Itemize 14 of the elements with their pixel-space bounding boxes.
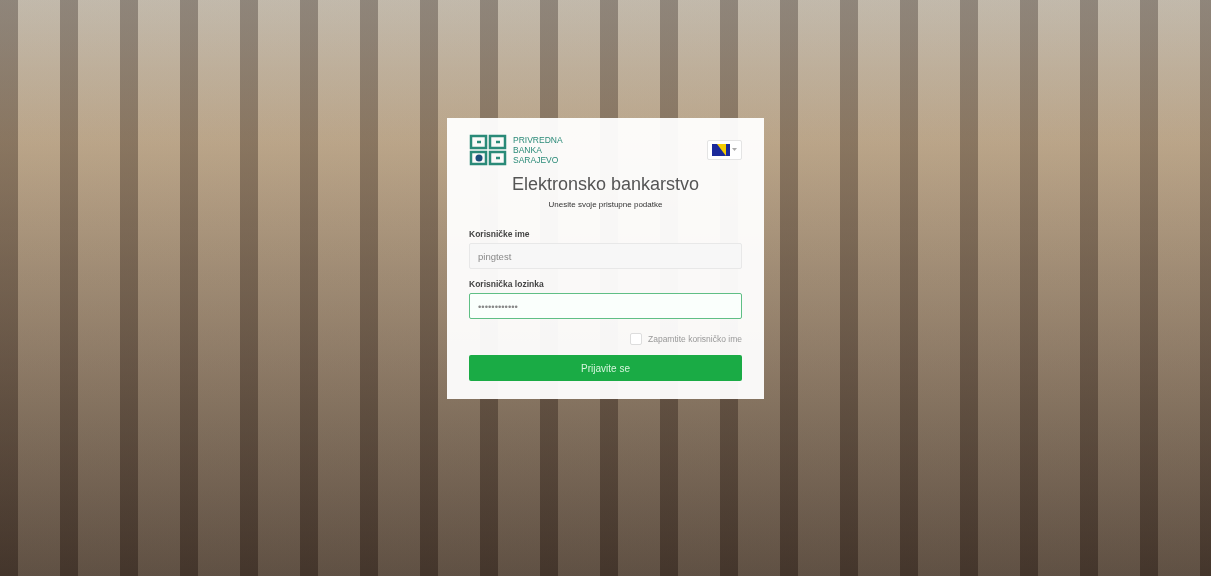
page-title: Elektronsko bankarstvo [510,174,701,195]
login-button[interactable]: Prijavite se [469,355,742,381]
bank-name: PRIVREDNA BANKA SARAJEVO [513,135,563,165]
field-label: Korisnička lozinka [469,279,545,289]
subtitle: Unesite svoje pristupne podatke [547,200,664,209]
checkbox[interactable] [630,333,642,345]
logo-icon [469,134,507,166]
field-label: Korisničke ime [469,229,531,239]
language-dropdown[interactable] [707,140,742,160]
flag-icon [712,144,730,156]
input-field[interactable]: pingtest [469,243,742,269]
caret-icon [732,148,737,152]
input-field[interactable]: •••••••••••• [469,293,742,319]
checkbox-label: Zapamtite korisničko ime [648,334,742,344]
